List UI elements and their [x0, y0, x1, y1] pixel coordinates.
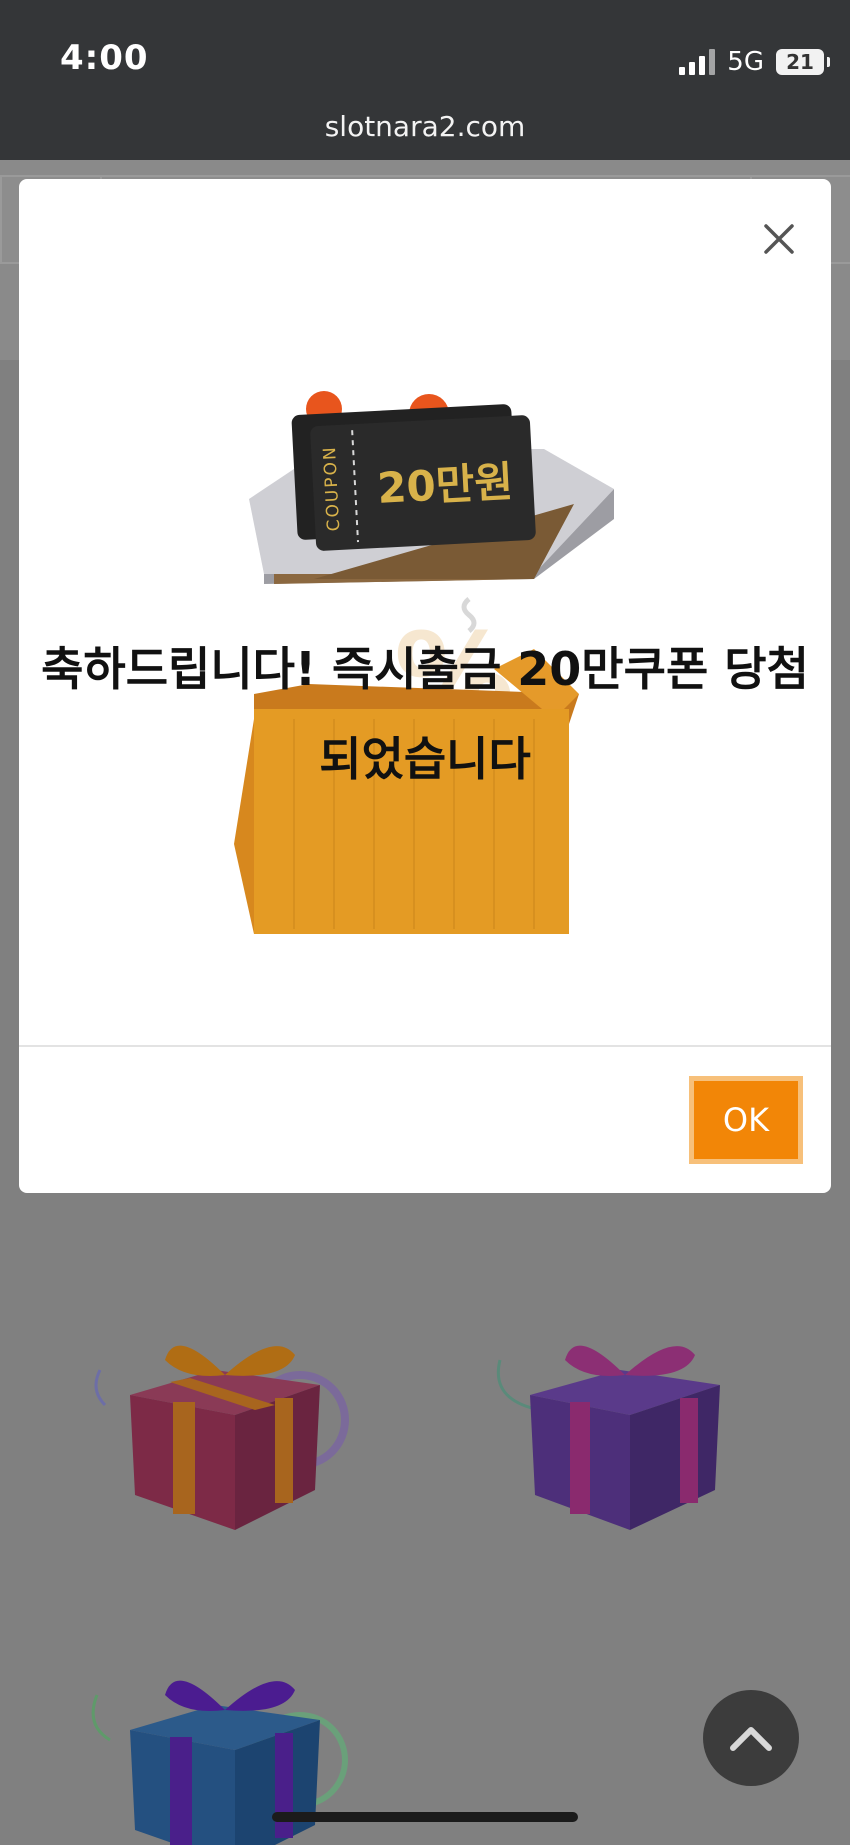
- ok-button[interactable]: OK: [689, 1076, 803, 1164]
- browser-top-bar: 4:00 5G 21 slotnara2.com: [0, 0, 850, 160]
- gift-box-red-icon[interactable]: [85, 1330, 355, 1540]
- coupon-amount: 20만원: [376, 457, 514, 513]
- modal-body: COUPON 20만원 % 축하드립니다! 즉시출금 20만쿠폰 당첨 되었습니…: [19, 179, 831, 1044]
- scroll-to-top-button[interactable]: [703, 1690, 799, 1786]
- congratulations-message: 축하드립니다! 즉시출금 20만쿠폰 당첨 되었습니다: [19, 624, 831, 804]
- modal-footer-divider: [19, 1045, 831, 1047]
- coupon-modal: COUPON 20만원 % 축하드립니다! 즉시출금 20만쿠폰 당첨 되었습니…: [19, 179, 831, 1193]
- chevron-up-icon: [730, 1727, 772, 1751]
- battery-icon: 21: [776, 49, 830, 75]
- home-indicator: [272, 1812, 578, 1822]
- network-type: 5G: [727, 47, 764, 77]
- status-indicators: 5G 21: [679, 44, 830, 80]
- gift-box-purple-icon[interactable]: [490, 1330, 760, 1540]
- signal-icon: [679, 49, 716, 75]
- url-bar[interactable]: slotnara2.com: [0, 110, 850, 143]
- message-line-1: 축하드립니다! 즉시출금 20만쿠폰 당첨: [41, 642, 809, 696]
- message-line-2: 되었습니다: [319, 732, 531, 786]
- status-time: 4:00: [60, 38, 149, 78]
